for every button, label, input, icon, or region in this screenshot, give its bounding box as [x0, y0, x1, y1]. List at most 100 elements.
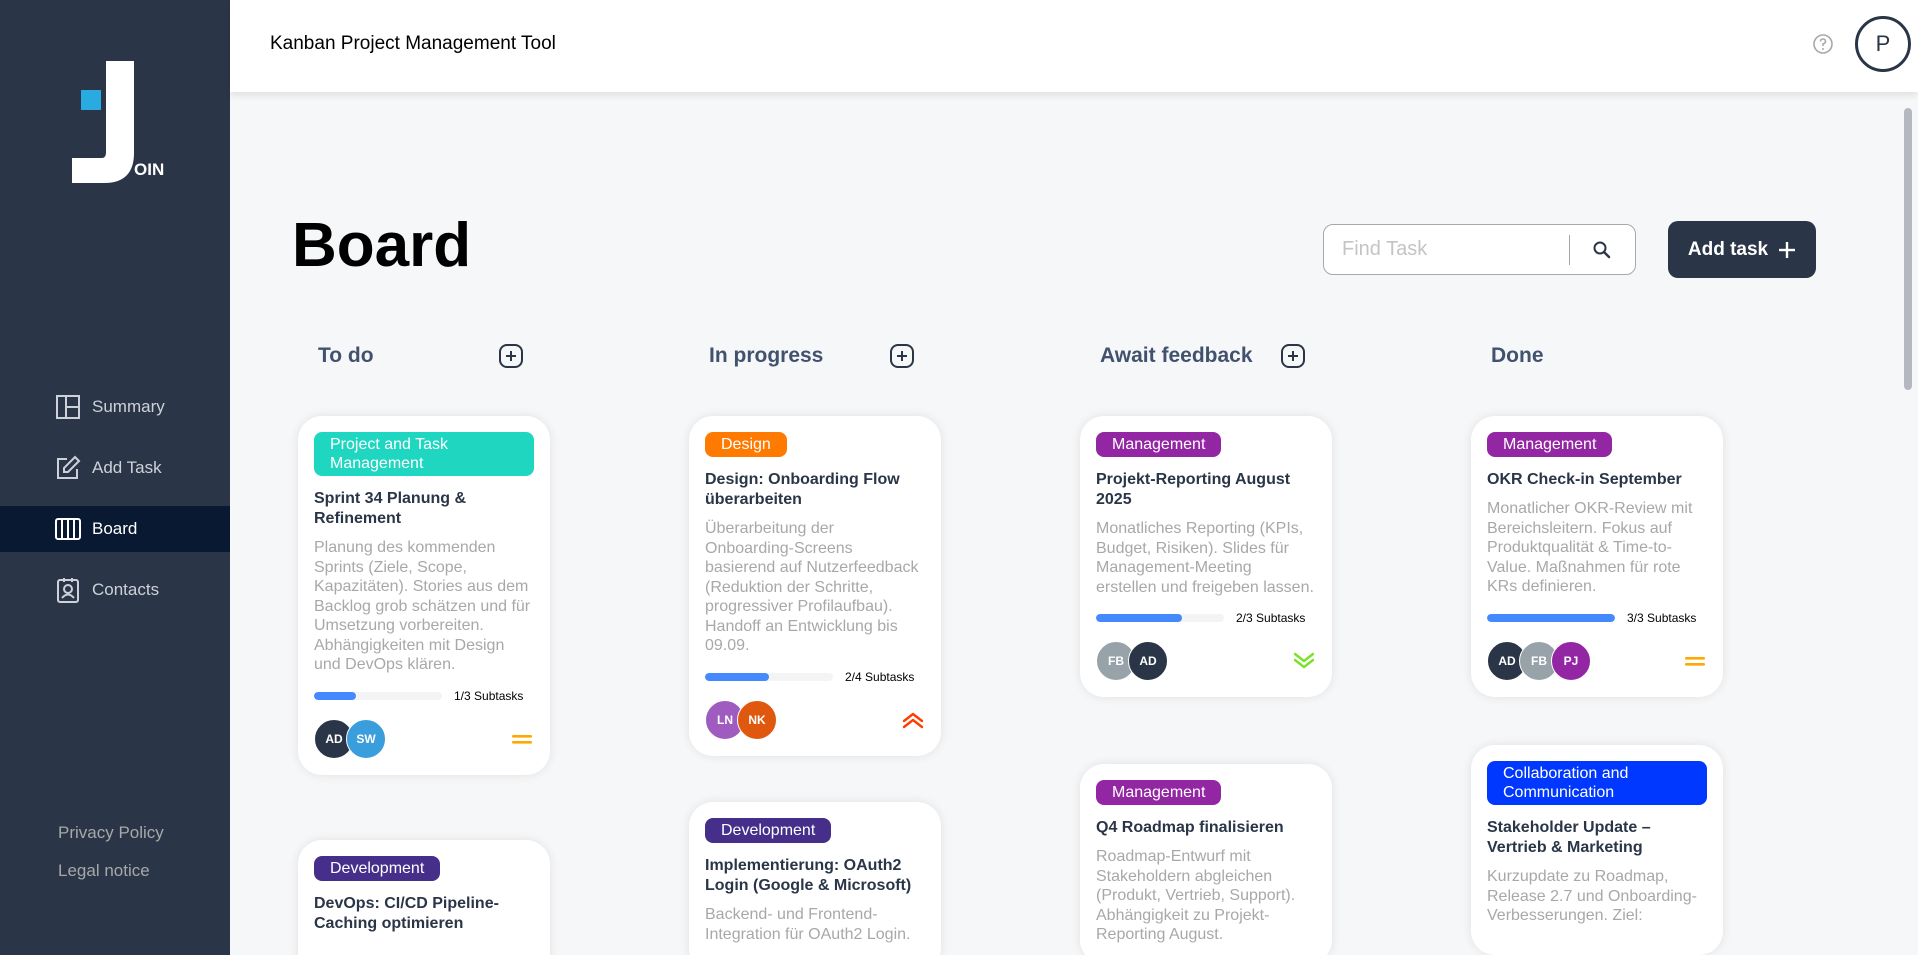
progress-fill: [1487, 613, 1615, 622]
sidebar: OIN Summary Add Task Board Contacts Priv…: [0, 0, 230, 955]
priority-low-icon: [1293, 652, 1315, 669]
legal-links: Privacy Policy Legal notice: [58, 823, 164, 899]
card-footer: FB AD: [1096, 641, 1316, 681]
sidebar-item-label: Summary: [92, 397, 165, 416]
card-footer: AD FB PJ: [1487, 640, 1707, 681]
assignee-avatars: LN NK: [705, 699, 777, 740]
card-title: Sprint 34 Planung & Refinement: [314, 490, 467, 527]
logo-text: OIN: [134, 160, 165, 179]
join-logo[interactable]: OIN: [62, 58, 172, 188]
add-task-button[interactable]: Add task: [1668, 221, 1816, 278]
category-label: Design: [705, 432, 787, 457]
task-card[interactable]: Collaboration and Communication Stakehol…: [1471, 745, 1723, 955]
column-todo: To do Project and Task Management Sprint…: [292, 340, 552, 955]
column-header: In progress: [683, 340, 943, 372]
top-header: Kanban Project Management Tool P: [230, 0, 1918, 92]
assignee-avatar: SW: [346, 718, 386, 759]
assignee-avatars: FB AD: [1096, 641, 1168, 681]
assignee-avatars: AD SW: [314, 718, 386, 759]
column-title: To do: [318, 344, 374, 367]
sidebar-item-label: Add Task: [92, 458, 162, 477]
subtask-count: 2/4 Subtasks: [845, 669, 915, 684]
task-card[interactable]: Design Design: Onboarding Flow überarbei…: [689, 416, 941, 756]
privacy-policy-link[interactable]: Privacy Policy: [58, 823, 164, 843]
user-avatar[interactable]: P: [1855, 16, 1911, 72]
card-title: DevOps: CI/CD Pipeline-Caching optimiere…: [314, 895, 499, 932]
add-task-label: Add task: [1687, 238, 1769, 260]
subtask-count: 2/3 Subtasks: [1236, 611, 1306, 625]
category-label: Development: [705, 818, 832, 843]
sidebar-item-summary[interactable]: Summary: [0, 384, 230, 430]
search-box: [1323, 224, 1636, 275]
task-card[interactable]: Management Q4 Roadmap finalisieren Roadm…: [1080, 764, 1332, 955]
scrollbar[interactable]: [1904, 108, 1912, 390]
add-to-column-icon[interactable]: [889, 343, 915, 369]
sidebar-item-label: Board: [92, 519, 138, 538]
column-title: Await feedback: [1100, 344, 1253, 367]
column-header: To do: [292, 340, 552, 372]
priority-medium-icon: [1685, 656, 1705, 666]
progress-track: [1487, 613, 1615, 622]
search-button[interactable]: [1570, 225, 1635, 274]
task-card[interactable]: Management OKR Check-in September Monatl…: [1471, 416, 1723, 697]
column-title: Done: [1491, 344, 1544, 367]
legal-notice-link[interactable]: Legal notice: [58, 861, 164, 881]
column-await-feedback: Await feedback Management Projekt-Report…: [1074, 340, 1334, 955]
task-card[interactable]: Project and Task Management Sprint 34 Pl…: [298, 416, 550, 775]
card-title: Projekt-Reporting August 2025: [1096, 471, 1291, 508]
add-to-column-icon[interactable]: [498, 343, 524, 369]
subtask-progress: 1/3 Subtasks: [314, 689, 534, 703]
card-description: Roadmap-Entwurf mit Stakeholdern abgleic…: [1096, 848, 1296, 943]
progress-fill: [705, 672, 769, 681]
card-description: Monatliches Reporting (KPIs, Budget, Ris…: [1096, 520, 1314, 596]
task-card[interactable]: Development DevOps: CI/CD Pipeline-Cachi…: [298, 840, 550, 955]
card-title: Stakeholder Update – Vertrieb & Marketin…: [1487, 819, 1651, 856]
contacts-icon: [57, 578, 79, 603]
summary-icon: [56, 395, 80, 419]
assignee-avatar: NK: [737, 699, 777, 740]
category-label: Collaboration and Communication: [1487, 761, 1707, 805]
category-label: Project and Task Management: [314, 432, 534, 476]
column-header: Await feedback: [1074, 340, 1334, 372]
category-label: Management: [1096, 780, 1222, 805]
priority-medium-icon: [512, 734, 532, 744]
sidebar-item-contacts[interactable]: Contacts: [0, 567, 230, 613]
progress-track: [314, 691, 442, 700]
page-title: Board: [292, 211, 472, 280]
board-icon: [55, 518, 81, 540]
card-description: Überarbeitung der Onboarding-Screens bas…: [705, 520, 919, 654]
sidebar-item-add-task[interactable]: Add Task: [0, 445, 230, 491]
progress-fill: [1096, 614, 1182, 622]
card-description: Kurzupdate zu Roadmap, Release 2.7 und O…: [1487, 868, 1697, 924]
column-title: In progress: [709, 344, 824, 367]
add-to-column-icon[interactable]: [1280, 343, 1306, 369]
subtask-progress: 2/3 Subtasks: [1096, 611, 1316, 625]
sidebar-item-board[interactable]: Board: [0, 506, 230, 552]
app-title: Kanban Project Management Tool: [270, 33, 556, 54]
card-title: Q4 Roadmap finalisieren: [1096, 819, 1284, 836]
subtask-progress: 3/3 Subtasks: [1487, 611, 1707, 625]
card-title: Implementierung: OAuth2 Login (Google & …: [705, 857, 912, 894]
column-in-progress: In progress Design Design: Onboarding Fl…: [683, 340, 943, 955]
card-description: Planung des kommenden Sprints (Ziele, Sc…: [314, 539, 531, 673]
card-title: OKR Check-in September: [1487, 471, 1682, 488]
card-title: Design: Onboarding Flow überarbeiten: [705, 471, 900, 508]
assignee-avatar: AD: [1128, 641, 1168, 681]
sidebar-item-label: Contacts: [92, 580, 160, 599]
edit-icon: [57, 455, 81, 479]
category-label: Management: [1096, 432, 1222, 457]
search-input[interactable]: [1324, 238, 1569, 261]
progress-fill: [314, 691, 357, 700]
plus-icon: [1779, 241, 1796, 258]
task-card[interactable]: Development Implementierung: OAuth2 Logi…: [689, 802, 941, 955]
priority-urgent-icon: [902, 712, 924, 728]
card-description: Backend- und Frontend-Integration für OA…: [705, 906, 911, 943]
column-header: Done: [1465, 340, 1725, 372]
card-description: Monatlicher OKR-Review mit Bereichsleite…: [1487, 500, 1693, 595]
help-icon[interactable]: [1812, 33, 1834, 55]
assignee-avatars: AD FB PJ: [1487, 640, 1591, 681]
task-card[interactable]: Management Projekt-Reporting August 2025…: [1080, 416, 1332, 697]
category-label: Management: [1487, 432, 1613, 457]
search-icon: [1593, 241, 1611, 258]
progress-track: [1096, 614, 1224, 622]
